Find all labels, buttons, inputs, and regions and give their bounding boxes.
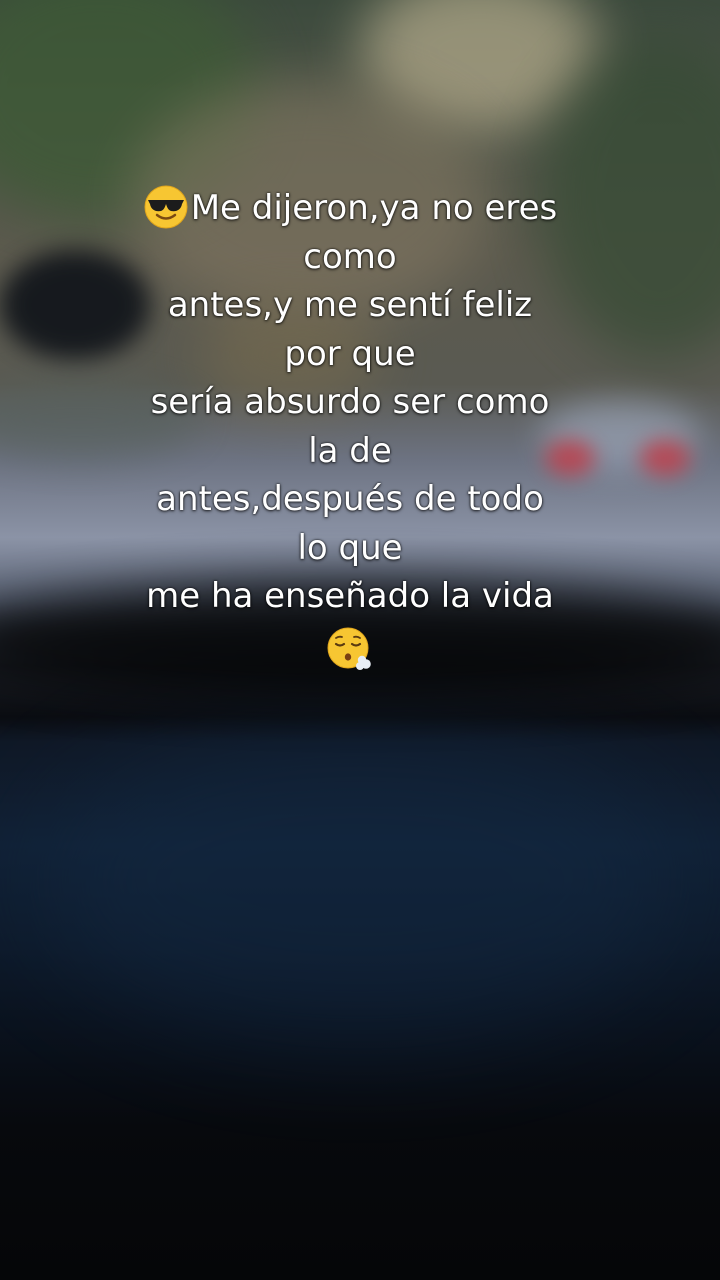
caption-text: Me dijeron,ya no eres como antes,y me se… (0, 184, 700, 673)
caption-line-9: me ha enseñado la vida (146, 576, 554, 616)
face-exhaling-icon (326, 626, 374, 674)
caption-line-6: la de (308, 430, 392, 471)
caption-line-3: antes,y me sentí feliz (167, 285, 533, 325)
caption-line-1: Me dijeron,ya no eres (0, 184, 700, 233)
caption-line-2: como (303, 236, 397, 277)
sunglasses-face-icon (143, 184, 189, 230)
caption-line-5: sería absurdo ser como (150, 382, 550, 422)
caption-line-4: por que (284, 333, 416, 374)
video-frame: Me dijeron,ya no eres como antes,y me se… (0, 0, 720, 1280)
caption-line-8: lo que (297, 527, 403, 568)
caption-line-1-text: Me dijeron,ya no eres (190, 188, 558, 228)
caption-line-7: antes,después de todo (156, 479, 544, 519)
caption-line-10 (0, 625, 700, 673)
